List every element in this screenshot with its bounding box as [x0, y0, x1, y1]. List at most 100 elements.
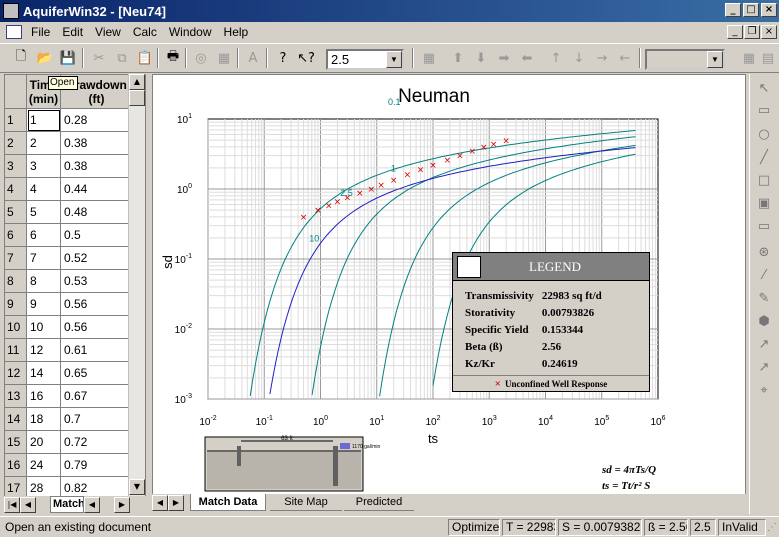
drawing-toolbar: ↖ ▭ ○ ╱ □ ▣ ▭ ⊛ ⁄ ✎ ⬢ ↗ ↗ ⌖ — [749, 74, 777, 514]
pencil-icon[interactable]: ✎ — [753, 288, 775, 309]
data-point: × — [429, 161, 437, 171]
tick-base: 10 — [425, 417, 437, 428]
x-tick-label: 105 — [594, 415, 609, 428]
data-point: × — [356, 189, 364, 199]
discharge-icon — [340, 443, 350, 449]
legend-label: Specific Yield — [465, 323, 529, 336]
data-point: × — [469, 147, 477, 157]
tooltip: Open — [48, 76, 78, 90]
chart-title: Neuman — [398, 86, 470, 107]
data-point: × — [325, 202, 333, 212]
tab-match-data[interactable]: Match Data — [190, 494, 266, 511]
tick-exponent: 0 — [188, 183, 192, 190]
status-method: Optimized — [448, 519, 500, 536]
data-point: × — [404, 171, 412, 181]
data-point: × — [300, 213, 308, 223]
x-tick-label: 103 — [482, 415, 497, 428]
legend-value: 22983 sq ft/d — [541, 289, 602, 302]
plot-tabs: ◀ ▶ Match Data Site Map Predicted — [152, 494, 746, 514]
s-arrow-icon[interactable]: ↗ — [753, 334, 775, 355]
tick-base: 10 — [175, 255, 187, 266]
data-point: × — [368, 185, 376, 195]
curve-label: 0.1 — [388, 97, 401, 107]
aquifer-logo-icon — [457, 255, 481, 278]
tick-exponent: -3 — [186, 393, 192, 400]
resize-grip-icon[interactable]: ⋰ — [767, 522, 777, 533]
tick-exponent: 4 — [549, 415, 553, 422]
compass-icon[interactable]: ⊛ — [753, 242, 775, 263]
x-tick-labels: 10-2 10-1 100 101 102 103 104 105 106 — [199, 415, 665, 428]
select-arrow-icon[interactable]: ↖ — [753, 78, 775, 99]
legend-label: Beta (ß) — [465, 340, 503, 353]
formula-ts: ts = Tt/r² S — [602, 480, 651, 492]
legend-box[interactable]: LEGEND Transmissivity 22983 sq ft/d Stora… — [452, 252, 650, 392]
well-diagram: 63 ft 1170 gal/min — [204, 436, 380, 492]
tick-base: 10 — [369, 417, 381, 428]
tick-exponent: -2 — [210, 415, 216, 422]
tick-exponent: 2 — [437, 415, 441, 422]
p-arrow-icon[interactable]: ↗ — [753, 357, 775, 378]
circle-icon[interactable]: ○ — [753, 124, 775, 145]
tick-base: 10 — [594, 417, 606, 428]
y-tick-label: 10-2 — [175, 323, 192, 336]
tick-base: 10 — [482, 417, 494, 428]
status-bar: Open an existing document Optimized T = … — [0, 516, 779, 537]
x-tick-label: 100 — [313, 415, 328, 428]
legend-label: Storativity — [465, 306, 516, 319]
data-point: × — [480, 143, 488, 153]
status-beta: ß = 2.56 — [644, 519, 688, 536]
well-icon[interactable]: ▣ — [753, 193, 775, 214]
status-validity: InValid — [718, 519, 766, 536]
y-tick-label: 100 — [177, 183, 192, 196]
data-point: × — [456, 152, 464, 162]
formula-sd: sd = 4πTs/Q — [602, 464, 657, 476]
tick-base: 10 — [177, 185, 189, 196]
legend-title: LEGEND — [529, 258, 581, 274]
tick-base: 10 — [177, 115, 189, 126]
status-storativity: S = 0.00793826 — [558, 519, 642, 536]
x-marker-icon: × — [494, 377, 501, 390]
x-tick-label: 106 — [650, 415, 665, 428]
data-point: × — [390, 176, 398, 186]
tab-site-map[interactable]: Site Map — [270, 494, 342, 511]
x-axis-label: ts — [428, 431, 439, 446]
slope-icon[interactable]: ⁄ — [753, 265, 775, 286]
tab-predicted[interactable]: Predicted — [344, 494, 414, 511]
tick-exponent: 6 — [662, 415, 666, 422]
tick-base: 10 — [199, 417, 211, 428]
label-icon[interactable]: ▭ — [753, 100, 775, 121]
status-curve: 2.5 — [690, 519, 716, 536]
crosshair-icon[interactable]: ⌖ — [753, 380, 775, 401]
type-curve-chart[interactable]: Neuman ts sd 10-2 10-1 100 101 102 103 104 105 1… — [0, 0, 779, 537]
x-tick-label: 10-2 — [199, 415, 216, 428]
tick-exponent: 5 — [605, 415, 609, 422]
curve-label: 1 — [391, 164, 396, 174]
data-point: × — [490, 140, 498, 150]
legend-value: 0.24619 — [541, 357, 578, 370]
tick-exponent: 3 — [493, 415, 497, 422]
tab-scroll-left-icon[interactable]: ◀ — [152, 495, 168, 511]
line-icon[interactable]: ╱ — [753, 147, 775, 168]
formulas: sd = 4πTs/Q ts = Tt/r² S — [602, 462, 656, 494]
data-point: × — [344, 194, 352, 204]
legend-value: 2.56 — [541, 340, 562, 353]
legend-label: Kz/Kr — [465, 357, 495, 370]
tab-scroll-right-icon[interactable]: ▶ — [168, 495, 184, 511]
x-tick-label: 102 — [425, 415, 440, 428]
observation-well — [237, 446, 241, 466]
y-tick-labels: 10110010-110-210-3 — [175, 113, 192, 406]
octagon-icon[interactable]: ⬢ — [753, 311, 775, 332]
data-point: × — [502, 137, 510, 147]
status-transmissivity: T = 22983 — [502, 519, 556, 536]
tick-exponent: 0 — [324, 415, 328, 422]
rectangle-icon[interactable]: □ — [753, 170, 775, 191]
y-tick-label: 10-3 — [175, 393, 192, 406]
distance-label: 63 ft — [281, 436, 293, 442]
tick-exponent: 1 — [380, 415, 384, 422]
tick-exponent: -2 — [186, 323, 192, 330]
legend-table: Transmissivity 22983 sq ft/d Storativity 0… — [465, 287, 610, 372]
y-tick-label: 101 — [177, 113, 192, 126]
curve-label: 10 — [309, 234, 319, 244]
boundary-icon[interactable]: ▭ — [753, 216, 775, 237]
tick-exponent: 1 — [188, 113, 192, 120]
